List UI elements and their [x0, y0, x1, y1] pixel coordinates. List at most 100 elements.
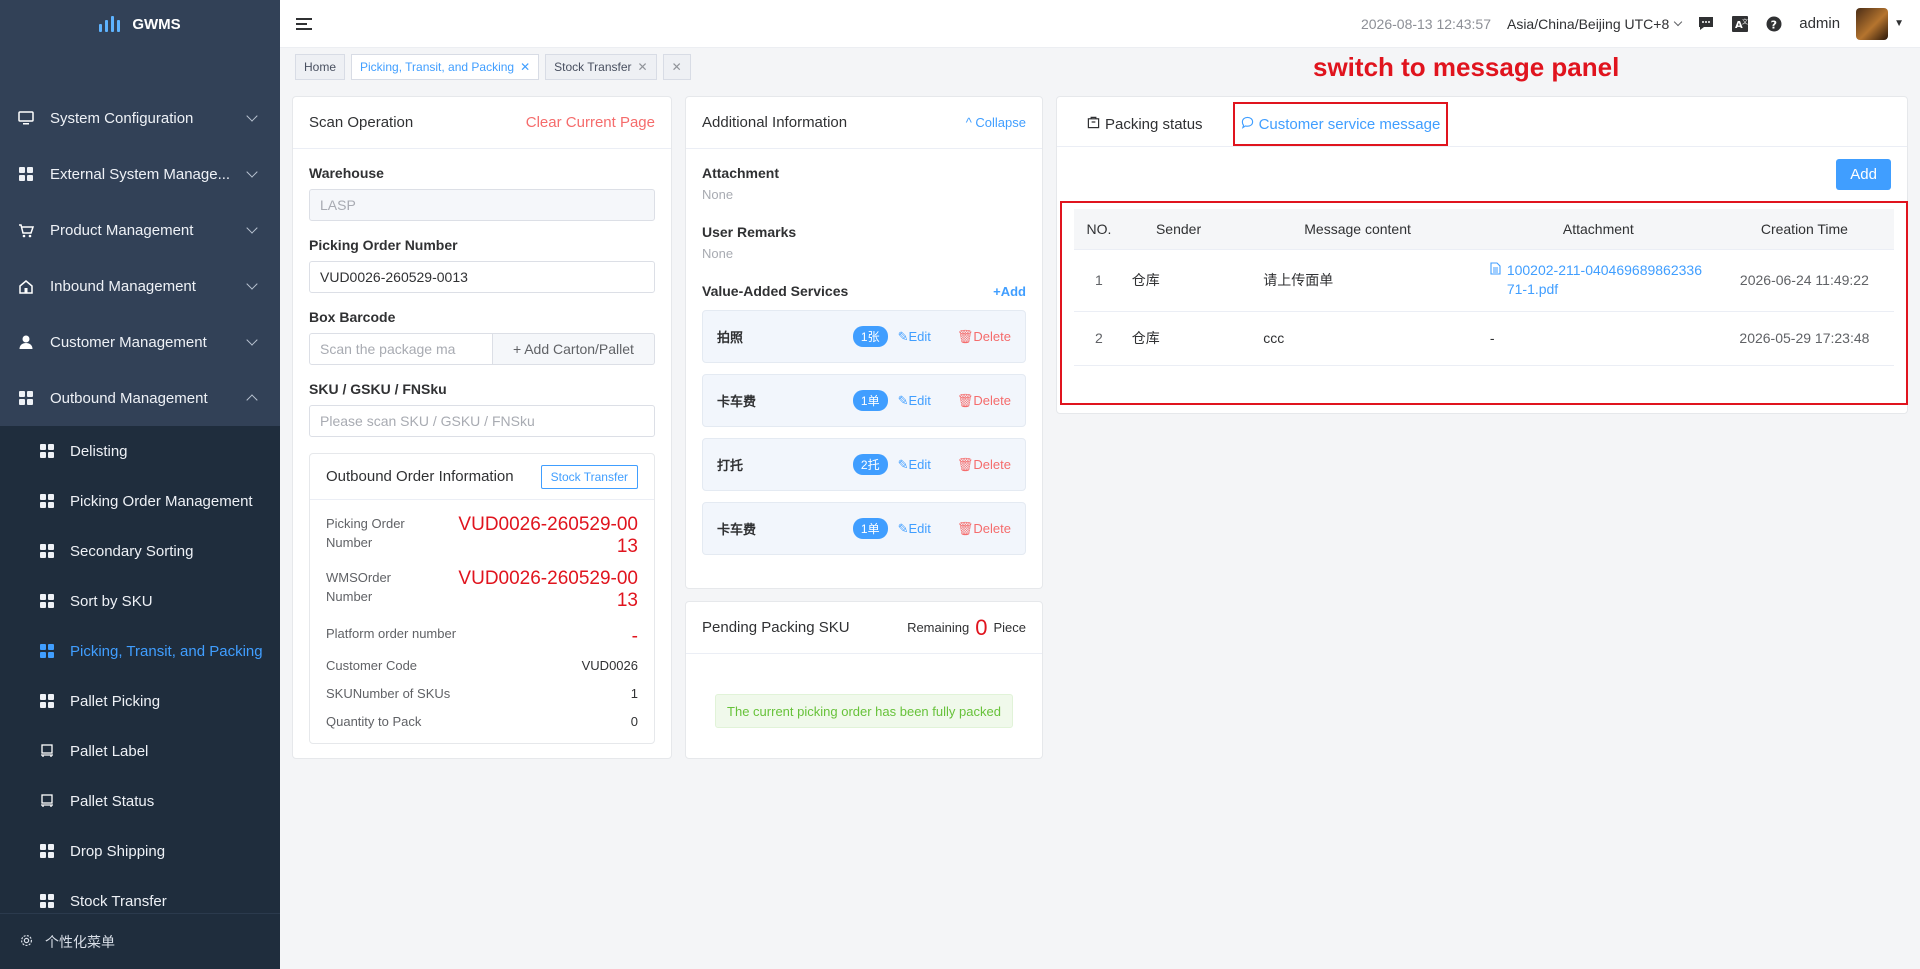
tag-stock-transfer[interactable]: Stock Transfer ✕ [545, 54, 657, 80]
box-barcode-input[interactable] [320, 341, 482, 357]
picking-order-input[interactable]: VUD0026-260529-0013 [309, 261, 655, 293]
tab-packing-status[interactable]: Packing status [1081, 102, 1209, 146]
grid-icon [40, 694, 54, 708]
service-item: 打托 2托 ✎Edit 🗑Delete [702, 438, 1026, 491]
menu-external-system[interactable]: External System Manage... [0, 146, 280, 202]
fully-packed-alert: The current picking order has been fully… [715, 694, 1013, 728]
menu-inbound-management[interactable]: Inbound Management [0, 258, 280, 314]
box-barcode-group: +Add Carton/Pallet [309, 333, 655, 365]
pallet-icon [40, 794, 54, 808]
chevron-up-icon [246, 394, 258, 406]
message-panel: Packing status Customer service message … [1056, 96, 1908, 414]
warehouse-field: LASP [309, 189, 655, 221]
close-all-tags-button[interactable]: ✕ [662, 54, 691, 80]
avatar[interactable] [1856, 7, 1889, 40]
help-icon[interactable]: ? [1765, 15, 1783, 33]
sidebar-item-delisting[interactable]: Delisting [0, 426, 280, 476]
tab-customer-service-message[interactable]: Customer service message [1232, 102, 1449, 146]
service-item: 拍照 1张 ✎Edit 🗑Delete [702, 310, 1026, 363]
menu-outbound-management[interactable]: Outbound Management [0, 370, 280, 426]
close-icon[interactable]: ✕ [638, 60, 648, 74]
sku-input-wrapper [309, 405, 655, 437]
pending-packing-card: Pending Packing SKU Remaining 0 Piece Th… [685, 601, 1043, 759]
column-header: Sender [1123, 209, 1234, 250]
chevron-down-icon [1673, 17, 1683, 27]
delete-button[interactable]: 🗑Delete [957, 393, 1011, 409]
sidebar-item-secondary-sorting[interactable]: Secondary Sorting [0, 526, 280, 576]
grid-icon [40, 894, 54, 908]
card-title: Scan Operation [309, 114, 414, 131]
user-icon [18, 334, 34, 350]
package-icon [1087, 116, 1100, 133]
collapse-button[interactable]: ^ Collapse [966, 115, 1026, 130]
chevron-down-icon [246, 278, 258, 290]
box-barcode-label: Box Barcode [309, 309, 396, 325]
platform-order-value: - [631, 626, 638, 647]
grid-icon [40, 844, 54, 858]
add-message-button[interactable]: Add [1836, 159, 1891, 190]
remarks-label: User Remarks [702, 224, 797, 240]
stock-transfer-button[interactable]: Stock Transfer [540, 464, 638, 489]
sidebar-item-pallet-label[interactable]: Pallet Label [0, 726, 280, 776]
timezone-select[interactable]: Asia/China/Beijing UTC+8 [1507, 16, 1683, 32]
hamburger-icon[interactable] [296, 17, 312, 30]
gear-icon [20, 934, 33, 950]
service-item: 卡车费 1单 ✎Edit 🗑Delete [702, 502, 1026, 555]
trash-icon: 🗑 [956, 328, 974, 344]
service-item: 卡车费 1单 ✎Edit 🗑Delete [702, 374, 1026, 427]
translate-icon[interactable]: A文 [1731, 15, 1749, 33]
table-row: 1 仓库 请上传面单 100202-211-04046968986233671-… [1074, 249, 1894, 312]
delete-button[interactable]: 🗑Delete [957, 457, 1011, 473]
edit-icon: ✎ [897, 456, 909, 472]
file-icon [1490, 261, 1501, 299]
app-logo[interactable]: GWMS [0, 0, 280, 48]
column-header: NO. [1074, 209, 1124, 250]
cart-icon [18, 222, 34, 238]
platform-order-row: Platform order number - [326, 626, 638, 647]
delete-button[interactable]: 🗑Delete [957, 329, 1011, 345]
edit-icon: ✎ [897, 328, 909, 344]
edit-button[interactable]: ✎Edit [898, 393, 931, 409]
quantity-badge: 2托 [852, 454, 888, 475]
remaining-count: Remaining 0 Piece [907, 614, 1026, 640]
top-header: 2026-08-13 12:43:57 Asia/China/Beijing U… [280, 0, 1920, 48]
vas-add-button[interactable]: +Add [993, 284, 1026, 299]
sidebar: GWMS System Configuration External Syste… [0, 0, 280, 969]
picking-order-row: Picking Order Number VUD0026-260529-0013 [326, 514, 638, 557]
svg-text:文: 文 [1742, 18, 1748, 26]
monitor-icon [18, 110, 34, 126]
edit-button[interactable]: ✎Edit [898, 457, 931, 473]
close-icon: ✕ [671, 60, 682, 74]
sku-input[interactable] [320, 413, 644, 429]
sidebar-item-drop-shipping[interactable]: Drop Shipping [0, 826, 280, 876]
sidebar-item-pallet-status[interactable]: Pallet Status [0, 776, 280, 826]
attachment-link[interactable]: 100202-211-04046968986233671-1.pdf [1490, 261, 1707, 299]
menu-product-management[interactable]: Product Management [0, 202, 280, 258]
menu-customer-management[interactable]: Customer Management [0, 314, 280, 370]
caret-down-icon[interactable]: ▼ [1894, 18, 1904, 29]
sidebar-item-pallet-picking[interactable]: Pallet Picking [0, 676, 280, 726]
tag-home[interactable]: Home [295, 54, 346, 80]
edit-button[interactable]: ✎Edit [898, 329, 931, 345]
tag-picking-transit-packing[interactable]: Picking, Transit, and Packing ✕ [351, 54, 540, 80]
grid-icon [40, 544, 54, 558]
clear-page-button[interactable]: Clear Current Page [526, 114, 655, 131]
message-table: NO. Sender Message content Attachment Cr… [1074, 209, 1894, 366]
grid-icon [40, 494, 54, 508]
panel-tabs: Packing status Customer service message [1057, 97, 1907, 147]
chevron-down-icon [246, 110, 258, 122]
sidebar-item-sort-by-sku[interactable]: Sort by SKU [0, 576, 280, 626]
personalized-menu[interactable]: 个性化菜单 [0, 913, 280, 969]
username[interactable]: admin [1799, 15, 1840, 32]
sidebar-item-picking-transit-packing[interactable]: Picking, Transit, and Packing [0, 626, 280, 676]
quantity-row: Quantity to Pack 0 [326, 714, 638, 729]
close-icon[interactable]: ✕ [520, 60, 530, 74]
edit-button[interactable]: ✎Edit [898, 521, 931, 537]
chevron-down-icon [246, 334, 258, 346]
add-carton-pallet-button[interactable]: + Add Carton/Pallet [493, 333, 655, 365]
delete-button[interactable]: 🗑Delete [957, 521, 1011, 537]
wms-order-row: WMSOrder Number VUD0026-260529-0013 [326, 568, 638, 611]
menu-system-configuration[interactable]: System Configuration [0, 90, 280, 146]
sidebar-item-picking-order-management[interactable]: Picking Order Management [0, 476, 280, 526]
message-icon[interactable] [1697, 15, 1715, 33]
